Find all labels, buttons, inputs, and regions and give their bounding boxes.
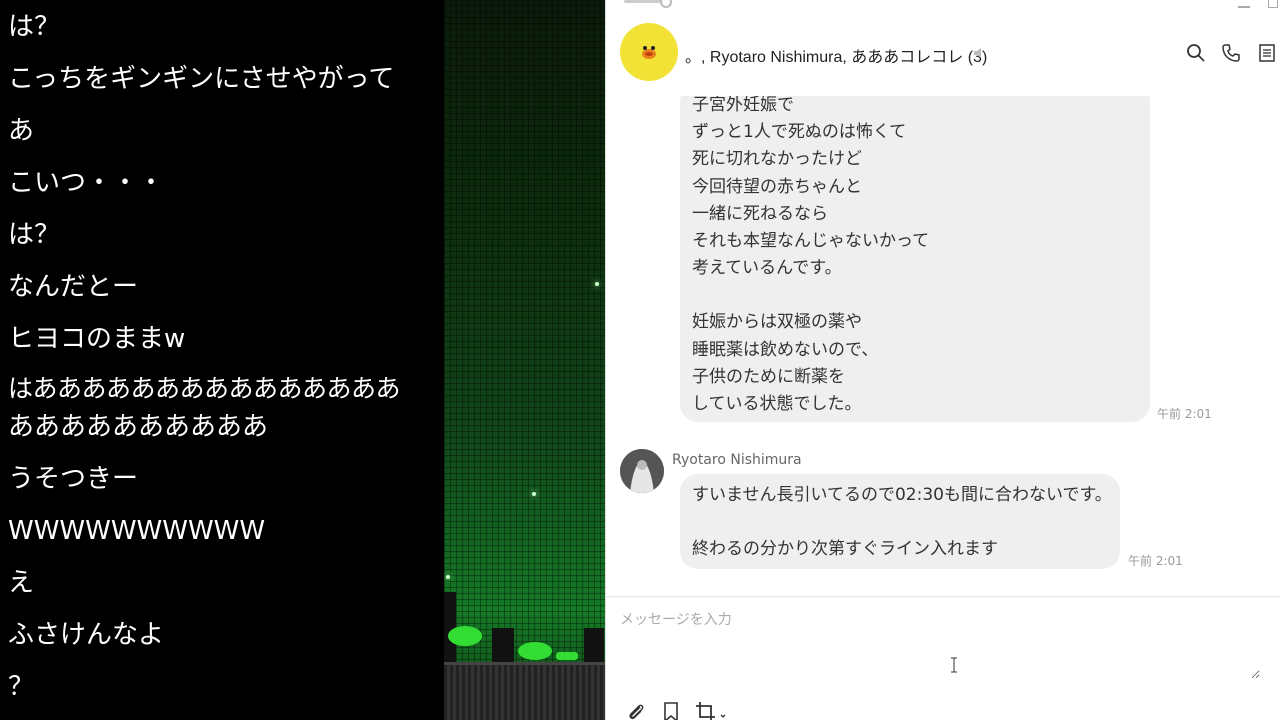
chat-title: 。, Ryotaro Nishimura, あああコレコレ (3) [685, 49, 988, 66]
building [584, 628, 604, 662]
message-line: 今回待望の赤ちゃんと [692, 176, 862, 197]
tree [518, 642, 552, 660]
game-background [444, 0, 605, 720]
message-line [692, 282, 1138, 309]
message-line: 一緒に死ねるなら [692, 203, 828, 224]
comment-line: ヒヨコのままw [8, 324, 186, 354]
phone-icon[interactable] [1221, 43, 1241, 63]
spark [595, 282, 599, 286]
group-avatar[interactable] [620, 23, 678, 81]
message-bubble[interactable]: 子宮外妊娠で ずっと1人で死ぬのは怖くて 死に切れなかったけど 今回待望の赤ちゃ… [680, 96, 1150, 422]
building [492, 628, 514, 662]
chat-window: 。, Ryotaro Nishimura, あああコレコレ (3) 子宮外妊娠で… [605, 0, 1280, 720]
ground [444, 662, 605, 720]
chick-icon [642, 46, 656, 59]
comment-line: は？ [8, 12, 61, 42]
tree [448, 626, 482, 646]
message-timestamp: 午前 2:01 [1128, 554, 1183, 568]
maximize-icon[interactable] [1268, 0, 1278, 8]
message-line: すいません長引いてるので02:30も間に合わないです。 [692, 485, 1112, 505]
composer [606, 596, 1280, 720]
chat-header: 。, Ryotaro Nishimura, あああコレコレ (3) [606, 0, 1280, 96]
sender-avatar[interactable] [620, 449, 664, 493]
message-timestamp: 午前 2:01 [1157, 407, 1212, 421]
text-cursor-icon [951, 657, 957, 673]
comment-line: は？ [8, 220, 61, 250]
comment-line: はあああああああああああああああ [8, 374, 401, 403]
slider-track [624, 0, 664, 3]
bookmark-icon[interactable] [660, 701, 682, 720]
comment-line: こいつ・・・ [8, 168, 165, 198]
comment-stream: は？ こっちをギンギンにさせやがって あ こいつ・・・ は？ なんだとー ヒヨコ… [0, 0, 444, 720]
sender-name: Ryotaro Nishimura [672, 452, 802, 468]
message-line: 子供のために断薬を [692, 366, 845, 387]
message-line: 妊娠からは双極の薬や [692, 312, 862, 333]
tree [556, 652, 578, 660]
comment-line: え [8, 568, 35, 598]
message-line: 終わるの分かり次第すぐライン入れます [692, 539, 998, 560]
crop-icon[interactable] [695, 701, 729, 720]
comment-line: ああああああああああ [8, 412, 269, 442]
spark [532, 492, 536, 496]
message-line: している状態でした。 [692, 394, 862, 415]
comment-line: こっちをギンギンにさせやがって [8, 64, 395, 94]
mute-icon [974, 48, 981, 58]
message-line: 死に切れなかったけど [692, 149, 862, 170]
message-bubble[interactable]: すいません長引いてるので02:30も間に合わないです。 終わるの分かり次第すぐラ… [680, 474, 1120, 569]
message-list[interactable]: 子宮外妊娠で ずっと1人で死ぬのは怖くて 死に切れなかったけど 今回待望の赤ちゃ… [606, 96, 1280, 596]
message-line: 子宮外妊娠で [692, 96, 794, 115]
search-icon[interactable] [1186, 43, 1206, 63]
comment-line: うそつきー [8, 464, 139, 494]
avatar-icon [620, 449, 664, 493]
message-line [692, 509, 1108, 536]
slider-knob[interactable] [660, 0, 672, 8]
comment-line: なんだとー [8, 272, 139, 302]
message-line: 考えているんです。 [692, 258, 842, 279]
minimize-icon[interactable] [1238, 6, 1250, 8]
message-line: 睡眠薬は飲めないので、 [692, 339, 879, 360]
message-line: それも本望なんじゃないかって [692, 231, 930, 252]
spark [446, 575, 450, 579]
comment-line: あ [8, 116, 35, 146]
message-line: ずっと1人で死ぬのは怖くて [692, 122, 907, 143]
menu-icon[interactable] [1257, 43, 1277, 63]
comment-line: ふさけんなよ [8, 620, 165, 650]
comment-line: WWWWWWWWWW [8, 516, 266, 546]
message-input[interactable] [620, 609, 1260, 679]
comment-line: ？ [8, 672, 35, 702]
attach-icon[interactable] [625, 701, 647, 720]
